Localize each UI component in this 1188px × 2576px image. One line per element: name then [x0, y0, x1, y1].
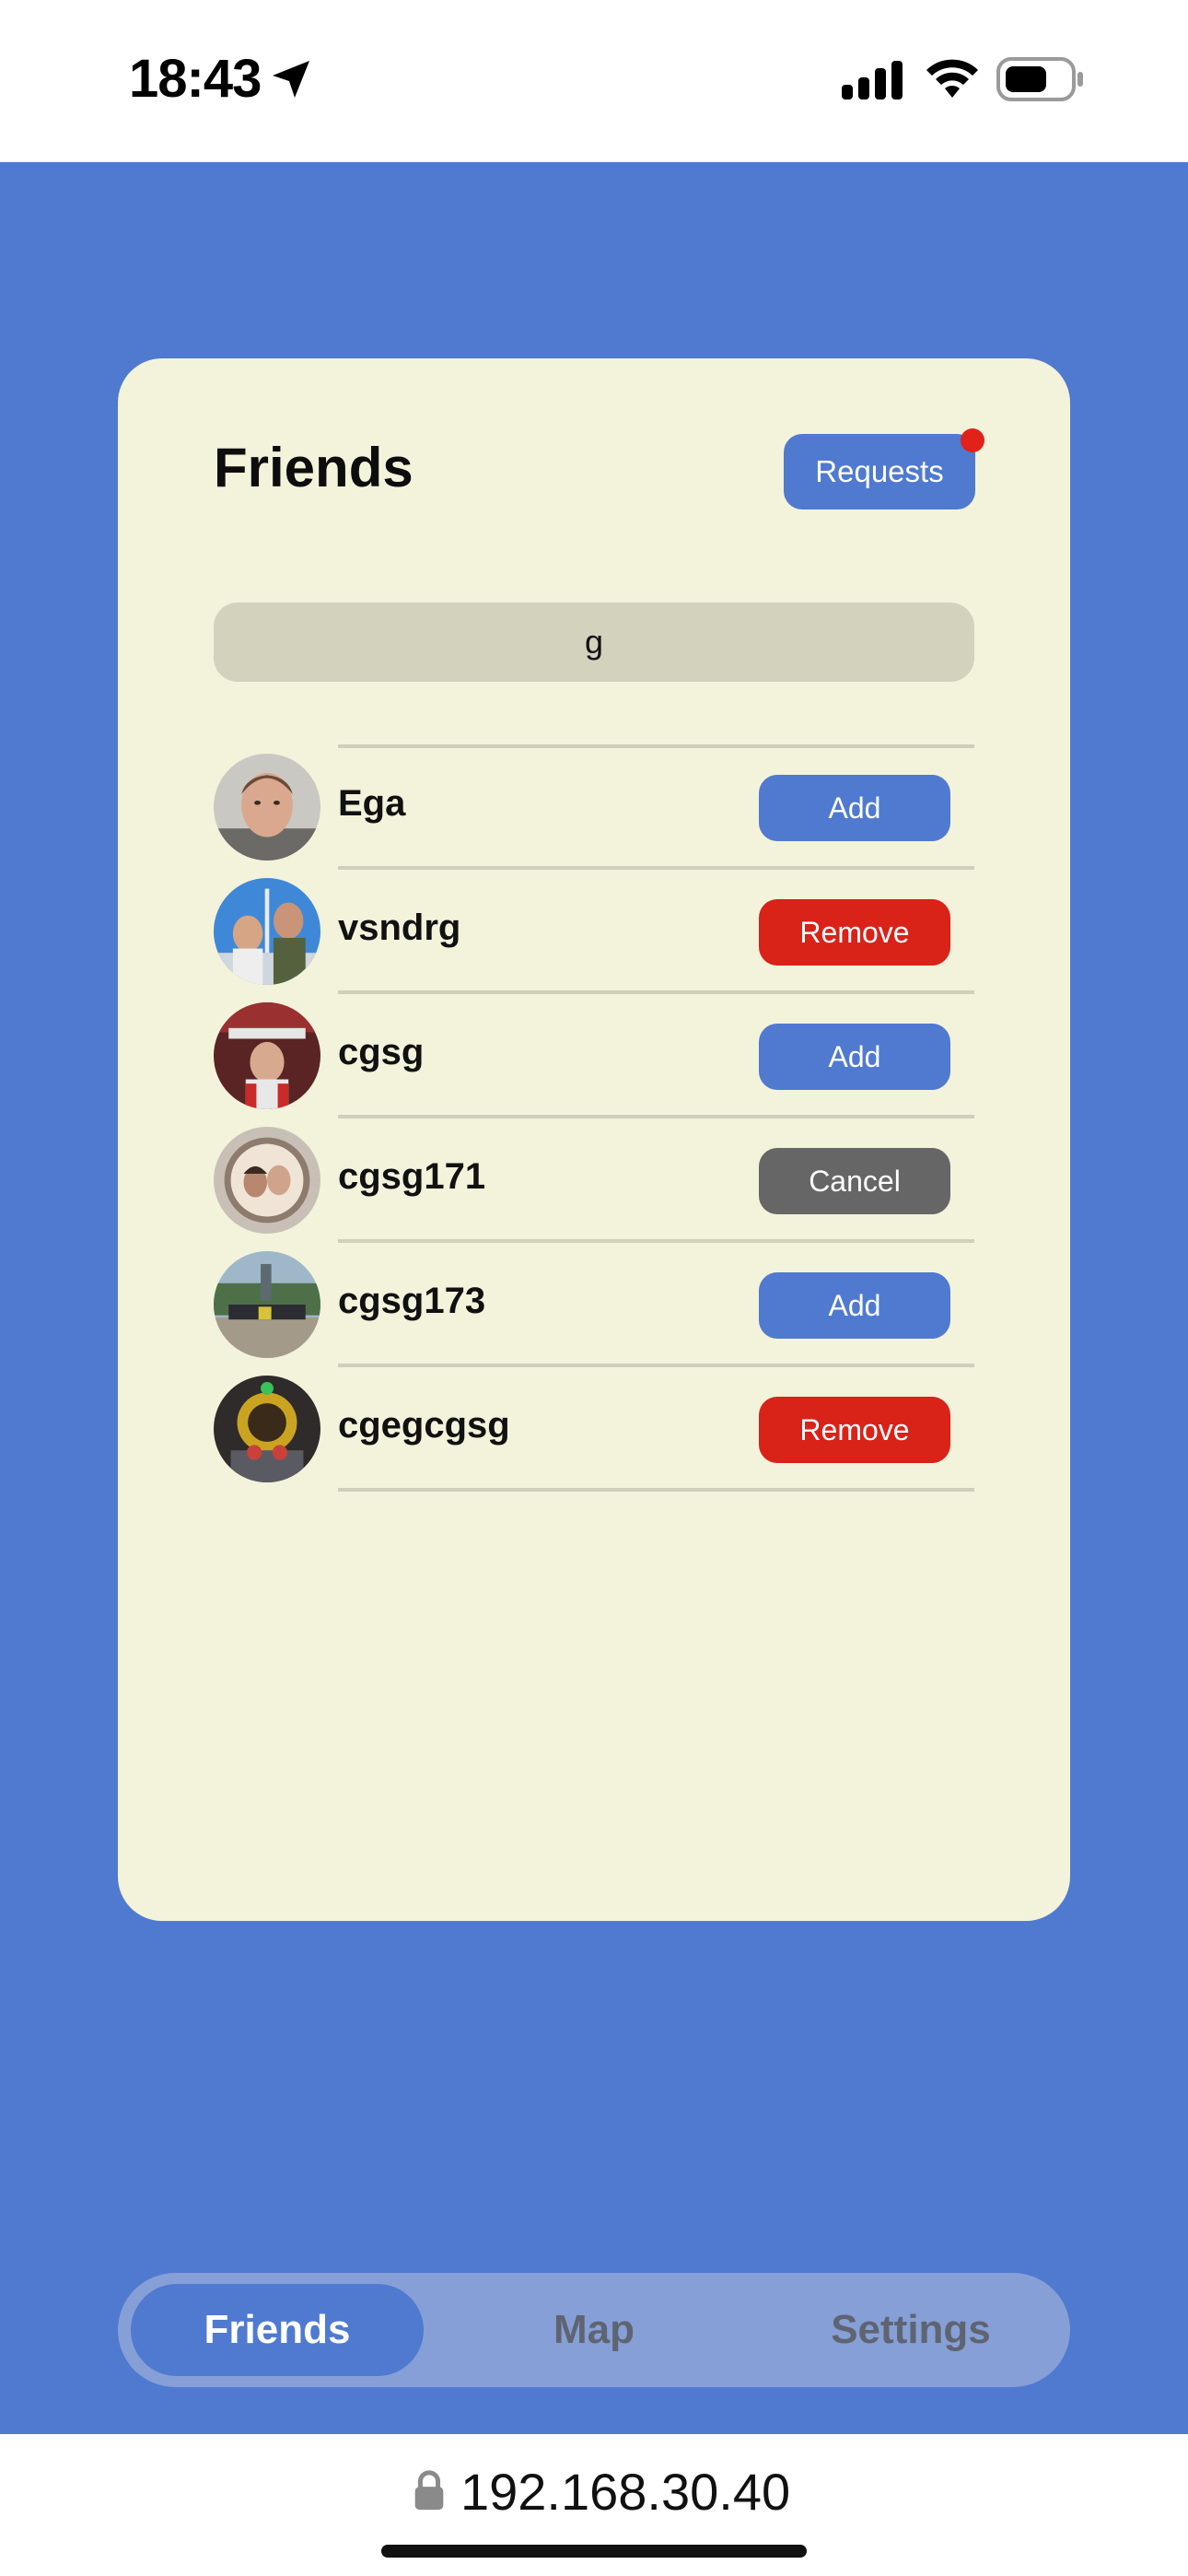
battery-icon: [996, 57, 1083, 101]
list-divider: [338, 1364, 974, 1367]
notification-dot: [961, 428, 984, 452]
tab-friends[interactable]: Friends: [131, 2284, 424, 2376]
avatar: [214, 1127, 320, 1234]
tab-settings[interactable]: Settings: [764, 2284, 1057, 2376]
search-input[interactable]: [214, 603, 974, 682]
avatar: [214, 1251, 320, 1358]
list-item: cgsg Add: [214, 995, 974, 1117]
username: cgsg171: [338, 1156, 486, 1197]
lock-icon: [414, 2470, 444, 2511]
list-divider: [338, 1115, 974, 1118]
remove-friend-button[interactable]: Remove: [759, 899, 950, 966]
wifi-icon: [926, 59, 978, 98]
list-divider: [338, 866, 974, 870]
status-time: 18:43: [129, 49, 262, 109]
friends-card: Friends Requests Ega Add: [118, 358, 1070, 1921]
status-bar: 18:43: [0, 0, 1188, 162]
cellular-signal-icon: [842, 61, 903, 100]
add-friend-button[interactable]: Add: [759, 775, 950, 841]
list-item: cgsg173 Add: [214, 1244, 974, 1365]
list-divider: [338, 990, 974, 994]
avatar: [214, 1002, 320, 1109]
avatar: [214, 878, 320, 985]
username: cgsg: [338, 1032, 425, 1072]
list-divider: [338, 1239, 974, 1243]
list-item: cgsg171 Cancel: [214, 1119, 974, 1241]
username: cgegcgsg: [338, 1405, 510, 1446]
list-item: Ega Add: [214, 746, 974, 868]
cancel-request-button[interactable]: Cancel: [759, 1148, 950, 1214]
add-friend-button[interactable]: Add: [759, 1024, 950, 1090]
list-item: cgegcgsg Remove: [214, 1368, 974, 1490]
bottom-tab-bar: Friends Map Settings: [118, 2273, 1070, 2387]
username: vsndrg: [338, 907, 461, 948]
url-text[interactable]: 192.168.30.40: [460, 2462, 790, 2522]
browser-url-bar[interactable]: 192.168.30.40: [0, 2434, 1188, 2576]
username: cgsg173: [338, 1281, 486, 1321]
list-item: vsndrg Remove: [214, 871, 974, 992]
remove-friend-button[interactable]: Remove: [759, 1397, 950, 1463]
list-divider: [338, 1488, 974, 1492]
requests-button[interactable]: Requests: [784, 428, 984, 509]
avatar: [214, 754, 320, 861]
requests-label: Requests: [815, 454, 944, 488]
username: Ega: [338, 783, 406, 824]
page-title: Friends: [214, 437, 413, 498]
avatar: [214, 1376, 320, 1482]
app-background: Friends Requests Ega Add: [0, 162, 1188, 2434]
add-friend-button[interactable]: Add: [759, 1272, 950, 1339]
tab-map[interactable]: Map: [448, 2284, 740, 2376]
location-arrow-icon: [273, 61, 309, 98]
home-indicator: [381, 2545, 807, 2558]
